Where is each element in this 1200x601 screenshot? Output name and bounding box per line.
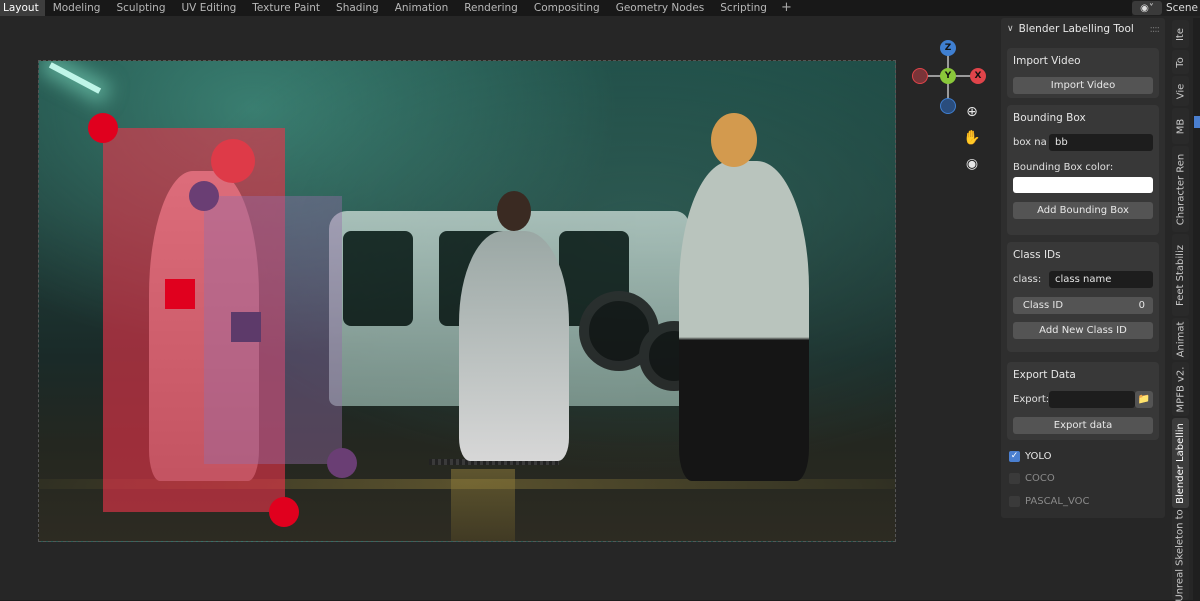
grip-icon[interactable]: :::: [1150, 24, 1161, 35]
export-path-field[interactable] [1049, 391, 1135, 408]
class-ids-section: Class IDs class: class name Class ID 0 A… [1007, 242, 1159, 352]
box-name-field[interactable]: bb [1049, 134, 1153, 151]
sidebar-tab-feet-stabiliz[interactable]: Feet Stabiliz [1172, 234, 1189, 316]
import-section: Import Video Import Video [1007, 48, 1159, 98]
hand-icon[interactable]: ✋ [960, 126, 984, 150]
tab-scripting[interactable]: Scripting [712, 0, 775, 16]
dancer-middle-head [497, 191, 531, 231]
sidebar-tab-label: Ite [1175, 27, 1186, 41]
class-label: class: [1013, 274, 1042, 285]
tab-animation[interactable]: Animation [387, 0, 457, 16]
coco-label: COCO [1025, 472, 1055, 484]
tab-modeling[interactable]: Modeling [45, 0, 109, 16]
sidebar-tab-unreal-skeleton[interactable]: Unreal Skeleton to [1172, 508, 1189, 601]
tab-compositing[interactable]: Compositing [526, 0, 608, 16]
sidebar-tab-character-ren[interactable]: Character Ren [1172, 146, 1189, 232]
dancer-middle [459, 231, 569, 461]
export-section-title: Export Data [1013, 369, 1076, 381]
class-id-label: Class ID [1022, 300, 1064, 311]
chevron-down-icon[interactable]: ∨ [1007, 24, 1014, 34]
scene-selector[interactable]: ◉˅ Scene [1131, 0, 1200, 16]
sidebar-tab-label: Vie [1175, 83, 1186, 99]
bounding-box-purple-handle-top-left[interactable] [189, 181, 219, 211]
bounding-box-purple-center[interactable] [231, 312, 261, 342]
edge-strip [1193, 18, 1200, 600]
dancer-right-head [711, 113, 757, 167]
sidebar-tab-view[interactable]: Vie [1172, 76, 1189, 106]
labelling-tool-panel: ∨ Blender Labelling Tool :::: Import Vid… [1001, 18, 1165, 518]
bounding-box-red-handle-bottom-right[interactable] [269, 497, 299, 527]
yolo-checkbox[interactable]: ✓ [1009, 450, 1020, 462]
sidebar-tab-label: Character Ren [1175, 153, 1187, 225]
video-frame[interactable] [38, 60, 896, 542]
sidebar-tab-label: Unreal Skeleton to [1175, 508, 1186, 601]
zoom-icon[interactable]: ⊕ [960, 100, 984, 124]
sidebar-tab-mpfb[interactable]: MPFB v2. [1172, 362, 1189, 416]
sidebar-tab-label: Blender Labellin [1175, 422, 1187, 504]
tab-rendering[interactable]: Rendering [456, 0, 526, 16]
coco-checkbox[interactable] [1009, 472, 1020, 484]
scene-icon[interactable]: ◉˅ [1131, 1, 1162, 15]
pascal-voc-label: PASCAL_VOC [1025, 495, 1090, 507]
bounding-box-purple[interactable] [204, 196, 342, 464]
export-data-button[interactable]: Export data [1013, 417, 1153, 434]
pascal-voc-checkbox[interactable] [1009, 495, 1020, 507]
tab-texture-paint[interactable]: Texture Paint [244, 0, 328, 16]
workspace-tabs-bar: Layout Modeling Sculpting UV Editing Tex… [0, 0, 1200, 16]
sidebar-tab-label: Animat [1175, 321, 1186, 357]
tab-sculpting[interactable]: Sculpting [108, 0, 173, 16]
panel-header[interactable]: ∨ Blender Labelling Tool :::: [1001, 18, 1165, 40]
dancer-right [679, 161, 809, 481]
tab-uv-editing[interactable]: UV Editing [174, 0, 245, 16]
coco-checkbox-row[interactable]: COCO [1009, 471, 1055, 485]
bbox-color-label: Bounding Box color: [1013, 162, 1114, 173]
folder-icon[interactable]: 📁 [1135, 391, 1153, 408]
sidebar-tab-label: MB [1175, 118, 1186, 134]
gizmo-neg-z-axis[interactable] [940, 98, 956, 114]
floor-stripe [451, 469, 515, 541]
add-class-id-button[interactable]: Add New Class ID [1013, 322, 1153, 339]
sidebar-tab-label: MPFB v2. [1175, 366, 1187, 412]
class-ids-section-title: Class IDs [1013, 249, 1061, 261]
sidebar-tab-blender-labelling[interactable]: Blender Labellin [1172, 418, 1189, 508]
bounding-box-purple-handle-bottom-right[interactable] [327, 448, 357, 478]
gizmo-z-axis[interactable]: Z [940, 40, 956, 56]
sidebar-tabs: Ite To Vie MB Character Ren Feet Stabili… [1170, 18, 1192, 601]
ceiling-light [48, 62, 102, 94]
edge-indicator [1194, 116, 1200, 128]
yolo-label: YOLO [1025, 450, 1052, 462]
class-name-input[interactable]: class name [1049, 271, 1153, 288]
gizmo-neg-x-axis[interactable] [912, 68, 928, 84]
bbox-color-swatch[interactable] [1013, 177, 1153, 193]
tab-shading[interactable]: Shading [328, 0, 387, 16]
sidebar-tab-mb[interactable]: MB [1172, 108, 1189, 144]
sidebar-tab-item[interactable]: Ite [1172, 20, 1189, 48]
gizmo-y-axis[interactable]: Y [940, 68, 956, 84]
class-id-field[interactable]: Class ID 0 [1013, 297, 1153, 314]
box-name-label: box na [1013, 137, 1047, 148]
import-section-title: Import Video [1013, 55, 1081, 67]
tab-layout[interactable]: Layout [0, 0, 45, 16]
gizmo-x-axis[interactable]: X [970, 68, 986, 84]
import-video-button[interactable]: Import Video [1013, 77, 1153, 94]
bounding-box-red-center[interactable] [165, 279, 195, 309]
sidebar-tab-animat[interactable]: Animat [1172, 318, 1189, 360]
bounding-box-section: Bounding Box box na bb Bounding Box colo… [1007, 105, 1159, 235]
add-workspace-button[interactable]: + [775, 0, 798, 16]
scene-label: Scene [1165, 2, 1198, 14]
export-label: Export: [1013, 394, 1050, 405]
sidebar-tab-tool[interactable]: To [1172, 50, 1189, 74]
sidebar-tab-label: To [1175, 56, 1186, 68]
sidebar-tab-label: Feet Stabiliz [1175, 244, 1186, 306]
bounding-box-section-title: Bounding Box [1013, 112, 1086, 124]
pascal-voc-checkbox-row[interactable]: PASCAL_VOC [1009, 494, 1090, 508]
bounding-box-red-handle-top-left[interactable] [88, 113, 118, 143]
panel-title: Blender Labelling Tool [1018, 23, 1134, 35]
yolo-checkbox-row[interactable]: ✓ YOLO [1009, 449, 1052, 463]
camera-icon[interactable]: ◉ [960, 152, 984, 176]
tab-geometry-nodes[interactable]: Geometry Nodes [608, 0, 713, 16]
export-section: Export Data Export: 📁 Export data [1007, 362, 1159, 440]
class-id-value: 0 [1138, 300, 1145, 311]
add-bounding-box-button[interactable]: Add Bounding Box [1013, 202, 1153, 219]
